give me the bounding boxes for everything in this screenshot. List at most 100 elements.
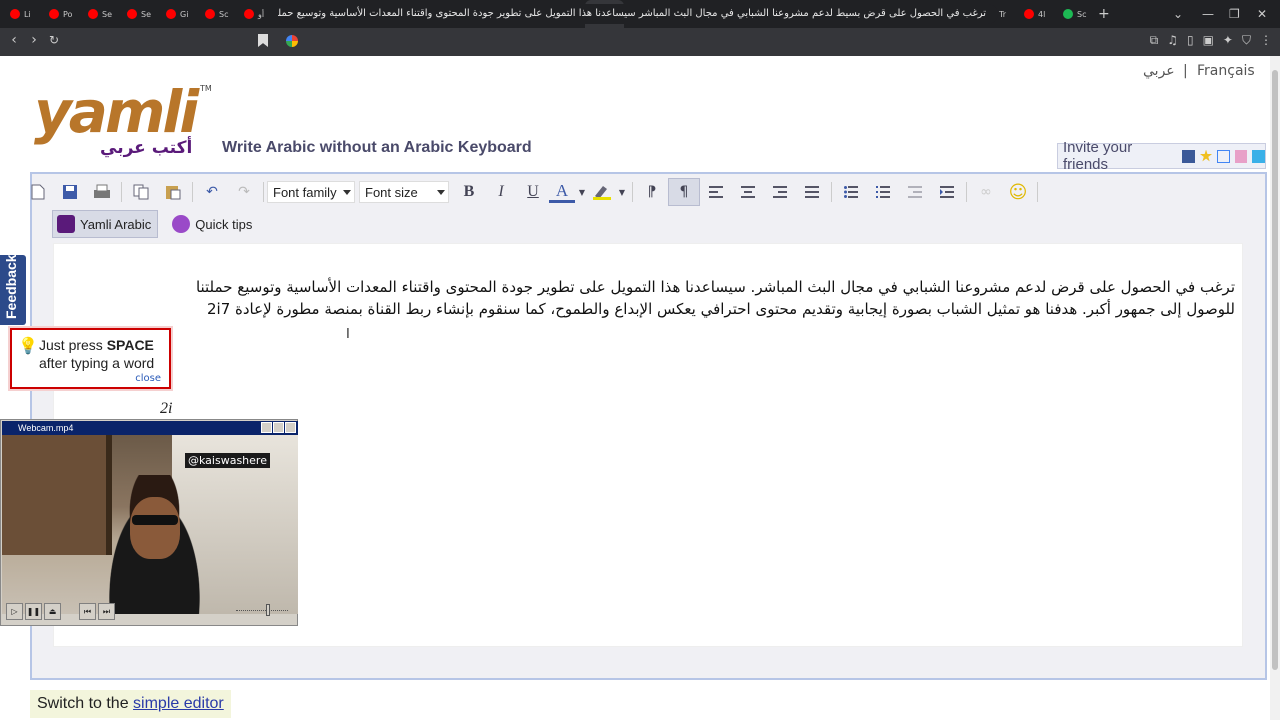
myspace-icon[interactable] — [1234, 149, 1248, 163]
tab-label: Li — [24, 9, 31, 19]
reload-icon[interactable]: ↻ — [44, 33, 64, 47]
play-icon[interactable]: ▷ — [6, 602, 23, 620]
tip-keyword: SPACE — [106, 337, 154, 353]
ai-icon[interactable]: ✦ — [1223, 33, 1233, 48]
highlight-color-icon[interactable] — [589, 178, 615, 206]
underline-button[interactable]: U — [517, 178, 549, 206]
chevron-down-icon[interactable]: ▼ — [615, 178, 629, 206]
bold-button[interactable]: B — [453, 178, 485, 206]
page-scrollbar[interactable] — [1270, 56, 1280, 720]
tab-favicon-icon — [49, 9, 59, 19]
volume-handle[interactable] — [266, 604, 270, 616]
yamli-arabic-button[interactable]: Yamli Arabic — [52, 210, 159, 238]
volume-slider[interactable] — [236, 604, 288, 616]
pause-icon[interactable]: ❚❚ — [25, 602, 42, 620]
tab-search-icon[interactable]: ⌄ — [1173, 0, 1183, 28]
shield-icon[interactable]: ⛉ — [1242, 33, 1251, 48]
feedback-tab[interactable]: Feedback — [0, 255, 26, 325]
maximize-icon[interactable]: ❐ — [1229, 0, 1240, 28]
url-field[interactable]: ترغب في الحصول على قرض بسيط لدعم مشروعنا… — [278, 4, 998, 24]
editor-text[interactable]: ترغب في الحصول على قرض لدعم مشروعنا الشب… — [90, 276, 1235, 320]
next-icon[interactable]: ⏭ — [98, 602, 115, 620]
browser-tab[interactable]: Li — [0, 0, 39, 28]
ltr-direction-icon[interactable]: ⁋ — [636, 178, 668, 206]
maximize-icon[interactable] — [273, 422, 284, 433]
tab-favicon-icon — [205, 9, 215, 19]
smiley-icon[interactable]: ☺ — [1002, 178, 1034, 206]
webcam-title: Webcam.mp4 — [18, 423, 74, 433]
align-right-icon[interactable] — [764, 178, 796, 206]
corkboard — [2, 435, 112, 555]
menu-icon[interactable]: ⋮ — [1260, 33, 1272, 48]
google-icon — [286, 35, 298, 47]
webcam-player-window[interactable]: Webcam.mp4 @kaiswashere ▷ ❚❚ ⏏ ⏮ ⏭ — [0, 419, 298, 626]
font-size-select[interactable]: Font size — [359, 181, 449, 203]
redo-icon[interactable]: ↷ — [228, 178, 260, 206]
quick-tips-button[interactable]: Quick tips — [168, 210, 258, 238]
lang-arabic-link[interactable]: عربي — [1143, 63, 1175, 79]
simple-editor-link[interactable]: simple editor — [133, 695, 224, 712]
browser-tab[interactable]: أو — [234, 0, 273, 28]
copy-icon[interactable] — [125, 178, 157, 206]
lang-french-link[interactable]: Français — [1197, 63, 1255, 79]
tab-label: Se — [141, 9, 151, 19]
twitter-icon[interactable] — [1252, 149, 1266, 163]
eject-icon[interactable]: ⏏ — [44, 602, 61, 620]
quick-tips-label: Quick tips — [195, 216, 253, 232]
bullet-list-icon[interactable] — [835, 178, 867, 206]
browser-tab[interactable]: Sc — [195, 0, 234, 28]
editor-toolbar: ↶ ↷ Font family Font size B I U A ▼ ▼ ⁋ … — [22, 177, 1041, 207]
wallet-icon[interactable]: ▣ — [1203, 33, 1214, 48]
minimize-icon[interactable]: — — [1202, 0, 1214, 28]
new-document-icon[interactable] — [22, 178, 54, 206]
browser-tab[interactable]: Po — [39, 0, 78, 28]
outdent-icon[interactable] — [899, 178, 931, 206]
numbered-list-icon[interactable] — [867, 178, 899, 206]
browser-tab[interactable]: Se — [78, 0, 117, 28]
undo-icon[interactable]: ↶ — [196, 178, 228, 206]
tip-close-link[interactable]: close — [135, 373, 161, 384]
music-icon[interactable]: ♫ — [1167, 33, 1178, 48]
invite-friends-box[interactable]: Invite your friends — [1057, 139, 1266, 173]
sidebar-icon[interactable]: ▯ — [1187, 33, 1194, 48]
feedback-label: Feedback — [3, 255, 19, 319]
save-icon[interactable] — [54, 178, 86, 206]
new-tab-button[interactable]: + — [1098, 6, 1110, 22]
browser-tab[interactable]: 4l — [1014, 0, 1053, 28]
back-icon[interactable]: ‹ — [4, 32, 24, 48]
close-window-icon[interactable]: ✕ — [1257, 0, 1267, 28]
italic-button[interactable]: I — [485, 178, 517, 206]
align-justify-icon[interactable] — [796, 178, 828, 206]
browser-tab[interactable]: Gi — [156, 0, 195, 28]
font-family-select[interactable]: Font family — [267, 181, 355, 203]
print-icon[interactable] — [86, 178, 118, 206]
facebook-icon[interactable] — [1182, 149, 1195, 163]
tab-label: Sc — [219, 9, 229, 19]
minimize-icon[interactable] — [261, 422, 272, 433]
transliteration-suggestion[interactable]: 2i — [160, 400, 172, 418]
yamli-logo[interactable]: yamli TM أكتب عربي — [34, 82, 214, 162]
paste-icon[interactable] — [157, 178, 189, 206]
link-icon[interactable]: ∞ — [970, 178, 1002, 206]
star-icon[interactable] — [1200, 149, 1213, 162]
previous-icon[interactable]: ⏮ — [79, 602, 96, 620]
browser-tab[interactable]: Se — [117, 0, 156, 28]
tab-favicon-icon — [88, 9, 98, 19]
webcam-title-bar[interactable]: Webcam.mp4 — [2, 421, 298, 435]
google-share-icon[interactable] — [1217, 149, 1230, 163]
rtl-direction-icon[interactable]: ¶ — [668, 178, 700, 206]
tip-prefix: Just press — [39, 337, 107, 353]
chevron-down-icon[interactable]: ▼ — [575, 178, 589, 206]
editor-line-2: للوصول إلى جمهور أكبر. هدفنا هو تمثيل ال… — [206, 300, 1235, 318]
tab-label: 4l — [1038, 9, 1046, 19]
align-left-icon[interactable] — [700, 178, 732, 206]
forward-icon[interactable]: › — [24, 32, 44, 48]
tab-label: Sc — [1077, 9, 1087, 19]
close-icon[interactable] — [285, 422, 296, 433]
browser-tab[interactable]: Sc — [1053, 0, 1092, 28]
align-center-icon[interactable] — [732, 178, 764, 206]
indent-icon[interactable] — [931, 178, 963, 206]
scrollbar-thumb[interactable] — [1272, 70, 1278, 670]
text-color-button[interactable]: A — [549, 181, 575, 203]
extensions-icon[interactable]: ⧉ — [1150, 33, 1159, 48]
